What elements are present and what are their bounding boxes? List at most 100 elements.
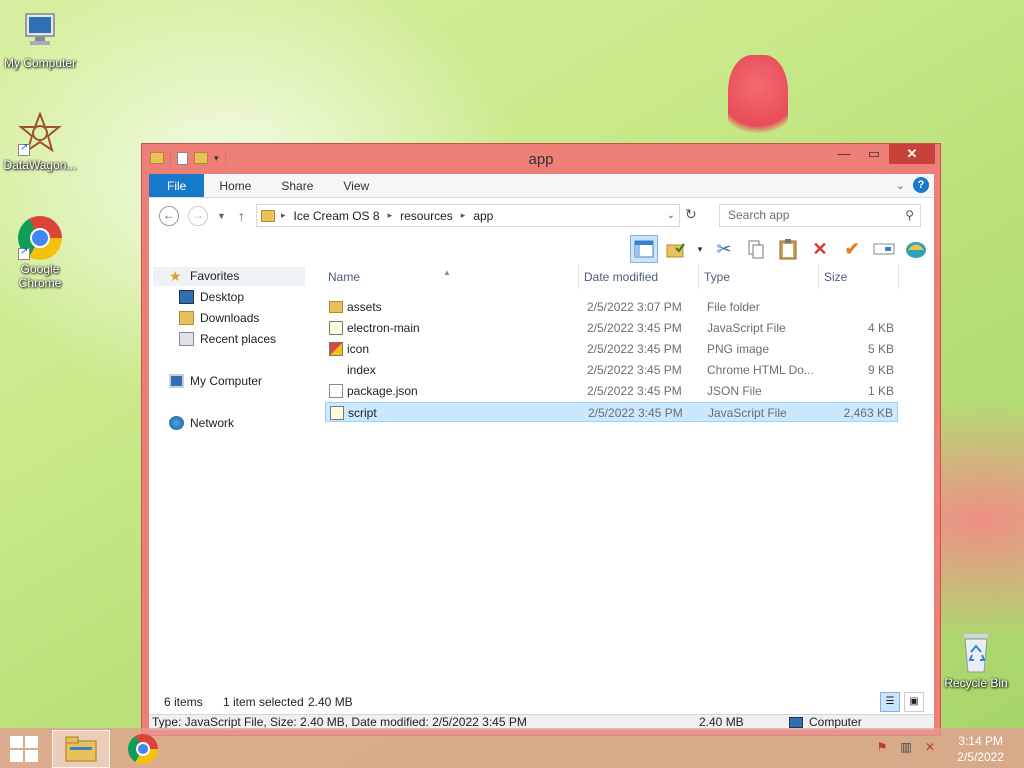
toolbar-dropdown-icon[interactable]: ▾ [694,235,706,263]
selected-size: 2.40 MB [308,695,353,709]
wallpaper-flower [728,55,788,145]
address-dropdown-icon[interactable]: ⌄ [667,210,675,221]
tab-file[interactable]: File [149,174,205,197]
status-bar: 6 items 1 item selected 2.40 MB ☰ ▣ [149,692,934,712]
file-row-selected[interactable]: script 2/5/2022 3:45 PM JavaScript File … [325,402,898,422]
forward-button[interactable]: → [188,206,208,226]
start-button[interactable] [10,736,38,762]
maximize-button[interactable]: ▭ [859,144,889,164]
desktop-icon-label: Recycle Bin [944,676,1008,690]
tab-share[interactable]: Share [266,174,328,197]
file-type: JavaScript File [707,321,786,335]
file-row[interactable]: icon 2/5/2022 3:45 PM PNG image 5 KB [325,339,898,359]
file-name: icon [347,342,370,356]
column-header-size[interactable]: Size [819,265,899,289]
file-type: Chrome HTML Do... [707,363,814,377]
tab-view[interactable]: View [328,174,384,197]
desktop-icon-my-computer[interactable]: My Computer [0,10,80,70]
desktop-icon [179,290,194,304]
sidebar-item-label: My Computer [190,374,263,388]
tab-home[interactable]: Home [204,174,266,197]
close-button[interactable]: ✕ [889,144,935,164]
window-title: app [528,151,554,168]
recent-locations-icon[interactable]: ▼ [217,211,226,221]
breadcrumb-separator-icon[interactable]: ▸ [388,210,393,221]
action-center-flag-icon[interactable]: ⚑ [874,740,890,756]
desktop-icon-recycle-bin[interactable]: Recycle Bin [936,630,1016,690]
preview-pane-button[interactable] [630,235,658,263]
shell-icon[interactable] [902,235,930,263]
expand-ribbon-icon[interactable]: ⌄ [896,179,905,192]
breadcrumb-item[interactable]: app [473,209,493,223]
clock-date: 2/5/2022 [957,750,1004,764]
selected-count: 1 item selected [223,695,304,709]
computer-icon [789,717,803,728]
file-row[interactable]: package.json 2/5/2022 3:45 PM JSON File … [325,381,898,401]
breadcrumb-separator-icon[interactable]: ▸ [461,210,466,221]
sidebar-item-desktop[interactable]: Desktop [179,290,244,304]
chrome-icon [18,216,62,260]
explorer-content: File Home Share View ⌄ ? ← → ▼ ↑ ▸ Ice C… [149,174,934,730]
refresh-button[interactable]: ↻ [685,206,697,223]
desktop-icon-label: My Computer [3,56,77,70]
desktop-icon-datawagon[interactable]: DataWagon... [0,111,80,172]
column-header-date-modified[interactable]: Date modified [579,265,699,289]
breadcrumb-item[interactable]: resources [400,209,453,223]
delete-button[interactable]: ✕ [806,235,834,263]
copy-button[interactable] [742,235,770,263]
column-label: Name [328,270,361,284]
computer-icon [169,374,184,388]
folder-icon [329,301,343,313]
back-button[interactable]: ← [159,206,179,226]
desktop-icon-google-chrome[interactable]: Google Chrome [0,216,80,290]
column-header-type[interactable]: Type [699,265,819,289]
help-icon[interactable]: ? [913,177,929,193]
paste-button[interactable] [774,235,802,263]
item-count: 6 items [164,695,203,709]
network-tray-icon[interactable]: ▥ [898,740,914,756]
chrome-icon [128,734,158,764]
up-button[interactable]: ↑ [238,208,245,224]
file-name: electron-main [347,321,420,335]
details-view-button[interactable]: ☰ [880,692,900,712]
shortcut-arrow-icon [18,142,30,156]
explorer-window[interactable]: ▾ app — ▭ ✕ File Home Share View ⌄ ? ← →… [141,143,941,736]
check-button[interactable]: ✔ [838,235,866,263]
sidebar-item-my-computer[interactable]: My Computer [169,374,262,388]
title-bar[interactable]: ▾ app — ▭ ✕ [142,144,940,173]
minimize-button[interactable]: — [829,144,859,164]
file-date: 2/5/2022 3:45 PM [587,321,682,335]
sidebar-item-label: Favorites [190,269,240,283]
star-icon: ★ [169,268,182,284]
file-date: 2/5/2022 3:45 PM [587,384,682,398]
sidebar-item-label: Network [190,416,235,430]
folder-icon [261,209,275,222]
file-row[interactable]: electron-main 2/5/2022 3:45 PM JavaScrip… [325,318,898,338]
javascript-file-icon [329,321,343,335]
taskbar-google-chrome[interactable] [114,730,172,768]
taskbar-file-explorer[interactable] [52,730,110,768]
address-bar[interactable]: ▸ Ice Cream OS 8 ▸ resources ▸ app ⌄ [256,204,680,227]
sidebar-item-recent-places[interactable]: Recent places [179,332,276,346]
recycle-bin-icon [954,630,998,674]
sidebar-item-label: Recent places [200,332,277,346]
search-input[interactable]: Search app ⚲ [719,204,921,227]
file-row[interactable]: index 2/5/2022 3:45 PM Chrome HTML Do...… [325,360,898,380]
select-folder-button[interactable] [662,235,690,263]
volume-muted-icon[interactable]: ✕ [922,740,938,756]
column-header-name[interactable]: Name ▲ [323,265,579,289]
sidebar-item-downloads[interactable]: Downloads [179,311,259,325]
sidebar-item-favorites[interactable]: ★ Favorites [169,269,239,283]
breadcrumb-separator-icon[interactable]: ▸ [281,210,286,221]
system-clock[interactable]: 3:14 PM 2/5/2022 [957,733,1004,765]
file-type: JavaScript File [708,406,787,420]
breadcrumb-item[interactable]: Ice Cream OS 8 [294,209,380,223]
file-name: package.json [347,384,418,398]
rename-button[interactable] [870,235,898,263]
file-row[interactable]: assets 2/5/2022 3:07 PM File folder [325,297,898,317]
large-icons-view-button[interactable]: ▣ [904,692,924,712]
json-file-icon [329,384,343,398]
sidebar-item-network[interactable]: Network [169,416,234,430]
cut-button[interactable]: ✂ [710,235,738,263]
system-tray: ⚑ ▥ ✕ [874,740,938,756]
